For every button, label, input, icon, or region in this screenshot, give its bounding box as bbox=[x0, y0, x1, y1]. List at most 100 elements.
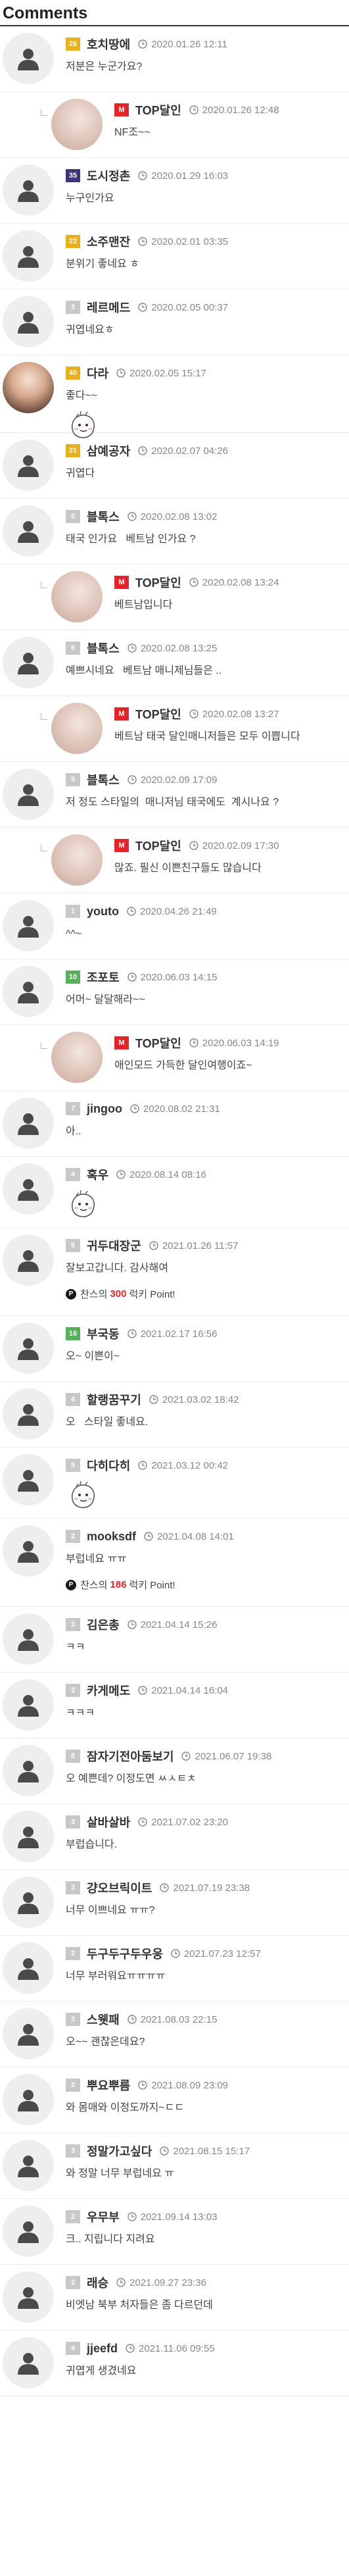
avatar[interactable] bbox=[3, 1942, 54, 1994]
nickname[interactable]: 정말가고싶다 bbox=[87, 2142, 152, 2159]
avatar[interactable] bbox=[3, 900, 54, 951]
comment-body: 2 카게메도 2021.04.14 16:04 ㅋㅋㅋ bbox=[54, 1673, 349, 1738]
avatar[interactable] bbox=[3, 1098, 54, 1149]
nickname[interactable]: 다라 bbox=[87, 365, 108, 382]
avatar[interactable] bbox=[3, 2074, 54, 2125]
comment-item: 2 mooksdf 2021.04.08 14:01 부럽네요 ㅠㅠ P 찬스의 186 럭키… bbox=[0, 1519, 349, 1607]
comment-body: 5 귀두대장군 2021.01.26 11:57 잘보고갑니다. 감사해여 P 찬스의 30… bbox=[54, 1228, 349, 1315]
comment-date: 2020.02.08 13:25 bbox=[140, 642, 218, 654]
avatar[interactable] bbox=[51, 99, 103, 150]
nickname[interactable]: TOP달인 bbox=[135, 1034, 181, 1051]
clock-icon bbox=[126, 2344, 135, 2353]
nickname[interactable]: 우무부 bbox=[87, 2208, 120, 2225]
nickname[interactable]: mooksdf bbox=[87, 1530, 136, 1544]
nickname[interactable]: 소주맨잔 bbox=[87, 233, 130, 250]
comment-body: 3 김은총 2021.04.14 15:26 ㅋㅋ bbox=[54, 1607, 349, 1672]
nickname[interactable]: 스웻패 bbox=[87, 2011, 120, 2028]
comment-item: 21 삼예공자 2020.02.07 04:26 귀엽다 bbox=[0, 433, 349, 499]
avatar[interactable] bbox=[3, 769, 54, 820]
nickname[interactable]: 살바살바 bbox=[87, 1813, 130, 1831]
avatar[interactable] bbox=[3, 1679, 54, 1730]
avatar[interactable] bbox=[3, 296, 54, 347]
avatar[interactable] bbox=[3, 33, 54, 84]
nickname[interactable]: 카게메도 bbox=[87, 1682, 130, 1699]
comment-text: 저분은 누군가요? bbox=[66, 61, 143, 72]
nickname[interactable]: jjeefd bbox=[87, 2342, 118, 2356]
nickname[interactable]: 다히다히 bbox=[87, 1457, 130, 1474]
nickname[interactable]: 조포토 bbox=[87, 969, 120, 986]
avatar[interactable] bbox=[51, 703, 103, 754]
nickname[interactable]: jingoo bbox=[87, 1102, 122, 1116]
avatar[interactable] bbox=[3, 362, 54, 413]
avatar[interactable] bbox=[3, 440, 54, 491]
avatar[interactable] bbox=[3, 505, 54, 557]
avatar[interactable] bbox=[3, 2008, 54, 2059]
clock-icon bbox=[181, 1752, 191, 1761]
clock-icon bbox=[149, 1395, 158, 1404]
nickname[interactable]: TOP달인 bbox=[135, 837, 181, 854]
avatar[interactable] bbox=[3, 1613, 54, 1665]
user-silhouette-icon bbox=[18, 1470, 39, 1492]
comment-text: 베트남 태국 달인매니저들은 모두 이쁩니다 bbox=[114, 731, 300, 742]
nickname[interactable]: TOP달인 bbox=[135, 101, 181, 118]
user-silhouette-icon bbox=[18, 2156, 39, 2177]
clock-icon bbox=[189, 1038, 198, 1048]
comment-text: 오 스타일 좋네요. bbox=[66, 1417, 149, 1428]
comment-body: 3 레르메드 2020.02.05 00:37 귀엽네요ㅎ bbox=[54, 290, 349, 355]
avatar[interactable] bbox=[3, 966, 54, 1017]
avatar[interactable] bbox=[51, 571, 103, 622]
reply-arrow-icon bbox=[41, 713, 47, 720]
avatar[interactable] bbox=[3, 1163, 54, 1215]
nickname[interactable]: 삼예공자 bbox=[87, 442, 130, 459]
nickname[interactable]: 할랭꿈꾸기 bbox=[87, 1391, 141, 1408]
comment-body: 1 youto 2020.04.26 21:49 ^^~ bbox=[54, 894, 349, 959]
avatar[interactable] bbox=[3, 2271, 54, 2323]
avatar[interactable] bbox=[3, 2140, 54, 2191]
avatar[interactable] bbox=[3, 2337, 54, 2388]
nickname[interactable]: 혹우 bbox=[87, 1166, 108, 1183]
level-badge: 2 bbox=[66, 2276, 80, 2289]
nickname[interactable]: 잠자기전아둠보기 bbox=[87, 1748, 174, 1765]
avatar[interactable] bbox=[3, 230, 54, 282]
reply-item: M TOP달인 2020.01.26 12:48 NF조~~ bbox=[0, 92, 349, 158]
nickname[interactable]: TOP달인 bbox=[135, 705, 181, 722]
comment-item: 35 도시정촌 2020.01.29 16:03 누구인가요 bbox=[0, 158, 349, 224]
nickname[interactable]: 래승 bbox=[87, 2274, 108, 2291]
avatar[interactable] bbox=[3, 637, 54, 688]
avatar[interactable] bbox=[3, 1745, 54, 1796]
comment-date: 2020.02.08 13:24 bbox=[202, 576, 279, 588]
nickname[interactable]: 걍오브릭이트 bbox=[87, 1879, 152, 1896]
nickname[interactable]: 호치땅에 bbox=[87, 36, 130, 53]
clock-icon bbox=[138, 1817, 147, 1827]
avatar[interactable] bbox=[3, 1388, 54, 1440]
nickname[interactable]: 뿌요뿌름 bbox=[87, 2077, 130, 2094]
reply-arrow-icon bbox=[41, 1042, 47, 1049]
nickname[interactable]: 블톡스 bbox=[87, 508, 120, 525]
avatar[interactable] bbox=[3, 1811, 54, 1862]
nickname[interactable]: 도시정촌 bbox=[87, 167, 130, 184]
nickname[interactable]: 김은총 bbox=[87, 1616, 120, 1633]
comment-meta: 40 다라 2020.02.05 15:17 bbox=[66, 365, 344, 382]
level-badge: 5 bbox=[66, 1750, 80, 1763]
nickname[interactable]: 귀두대장군 bbox=[87, 1237, 141, 1254]
comment-text: 부럽네요 ㅠㅠ bbox=[66, 1553, 127, 1565]
avatar[interactable] bbox=[3, 1454, 54, 1505]
nickname[interactable]: 레르메드 bbox=[87, 299, 130, 316]
nickname[interactable]: 두구두구두우웅 bbox=[87, 1945, 163, 1962]
comment-meta: M TOP달인 2020.02.09 17:30 bbox=[114, 837, 344, 854]
avatar[interactable] bbox=[3, 1234, 54, 1286]
avatar[interactable] bbox=[3, 164, 54, 216]
nickname[interactable]: 블톡스 bbox=[87, 640, 120, 657]
avatar[interactable] bbox=[3, 1877, 54, 1928]
nickname[interactable]: 부국동 bbox=[87, 1325, 120, 1342]
avatar[interactable] bbox=[51, 1032, 103, 1083]
comment-body: 2 두구두구두우웅 2021.07.23 12:57 너무 부러워요ㅠㅠㅠㅠ bbox=[54, 1936, 349, 2001]
nickname[interactable]: 블톡스 bbox=[87, 771, 120, 788]
avatar[interactable] bbox=[3, 1525, 54, 1577]
nickname[interactable]: youto bbox=[87, 905, 119, 919]
clock-icon bbox=[144, 1532, 153, 1541]
avatar[interactable] bbox=[51, 834, 103, 886]
avatar[interactable] bbox=[3, 2206, 54, 2257]
avatar[interactable] bbox=[3, 1323, 54, 1374]
nickname[interactable]: TOP달인 bbox=[135, 574, 181, 591]
